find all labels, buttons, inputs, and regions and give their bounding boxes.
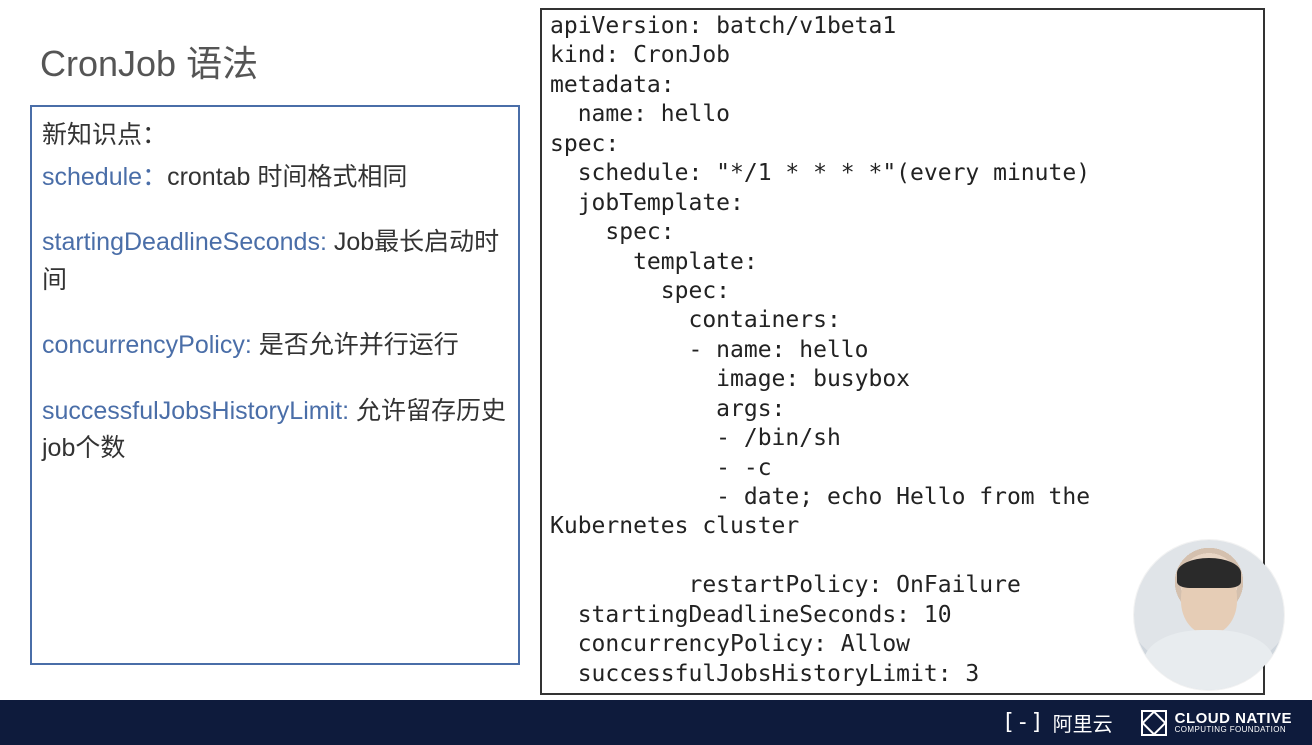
note-desc: 是否允许并行运行 (252, 331, 459, 359)
note-key: schedule： (42, 163, 167, 191)
page-title: CronJob 语法 (30, 35, 520, 87)
note-key: successfulJobsHistoryLimit: (42, 397, 349, 425)
footer-bar: [-] 阿里云 CLOUD NATIVE COMPUTING FOUNDATIO… (0, 700, 1312, 745)
cloud-native-title: CLOUD NATIVE (1175, 711, 1292, 726)
cloud-native-text: CLOUD NATIVE COMPUTING FOUNDATION (1175, 711, 1292, 734)
cloud-native-subtitle: COMPUTING FOUNDATION (1175, 726, 1292, 734)
notes-header: 新知识点： (42, 117, 508, 155)
note-item: schedule：crontab 时间格式相同 (42, 159, 508, 197)
slide-content: CronJob 语法 新知识点： schedule：crontab 时间格式相同… (0, 0, 1312, 695)
note-key: startingDeadlineSeconds: (42, 228, 327, 256)
cloud-native-icon (1141, 710, 1167, 736)
note-desc: crontab 时间格式相同 (167, 163, 407, 191)
note-item: startingDeadlineSeconds: Job最长启动时间 (42, 224, 508, 299)
note-key: concurrencyPolicy: (42, 331, 252, 359)
presenter-avatar (1134, 540, 1284, 690)
notes-box: 新知识点： schedule：crontab 时间格式相同 startingDe… (30, 105, 520, 665)
aliyun-label: 阿里云 (1053, 708, 1113, 737)
brand-aliyun: [-] 阿里云 (1002, 708, 1113, 737)
note-item: concurrencyPolicy: 是否允许并行运行 (42, 327, 508, 365)
brand-cloud-native: CLOUD NATIVE COMPUTING FOUNDATION (1141, 710, 1292, 736)
note-item: successfulJobsHistoryLimit: 允许留存历史job个数 (42, 393, 508, 468)
aliyun-icon: [-] (1002, 710, 1045, 735)
left-column: CronJob 语法 新知识点： schedule：crontab 时间格式相同… (0, 0, 520, 695)
